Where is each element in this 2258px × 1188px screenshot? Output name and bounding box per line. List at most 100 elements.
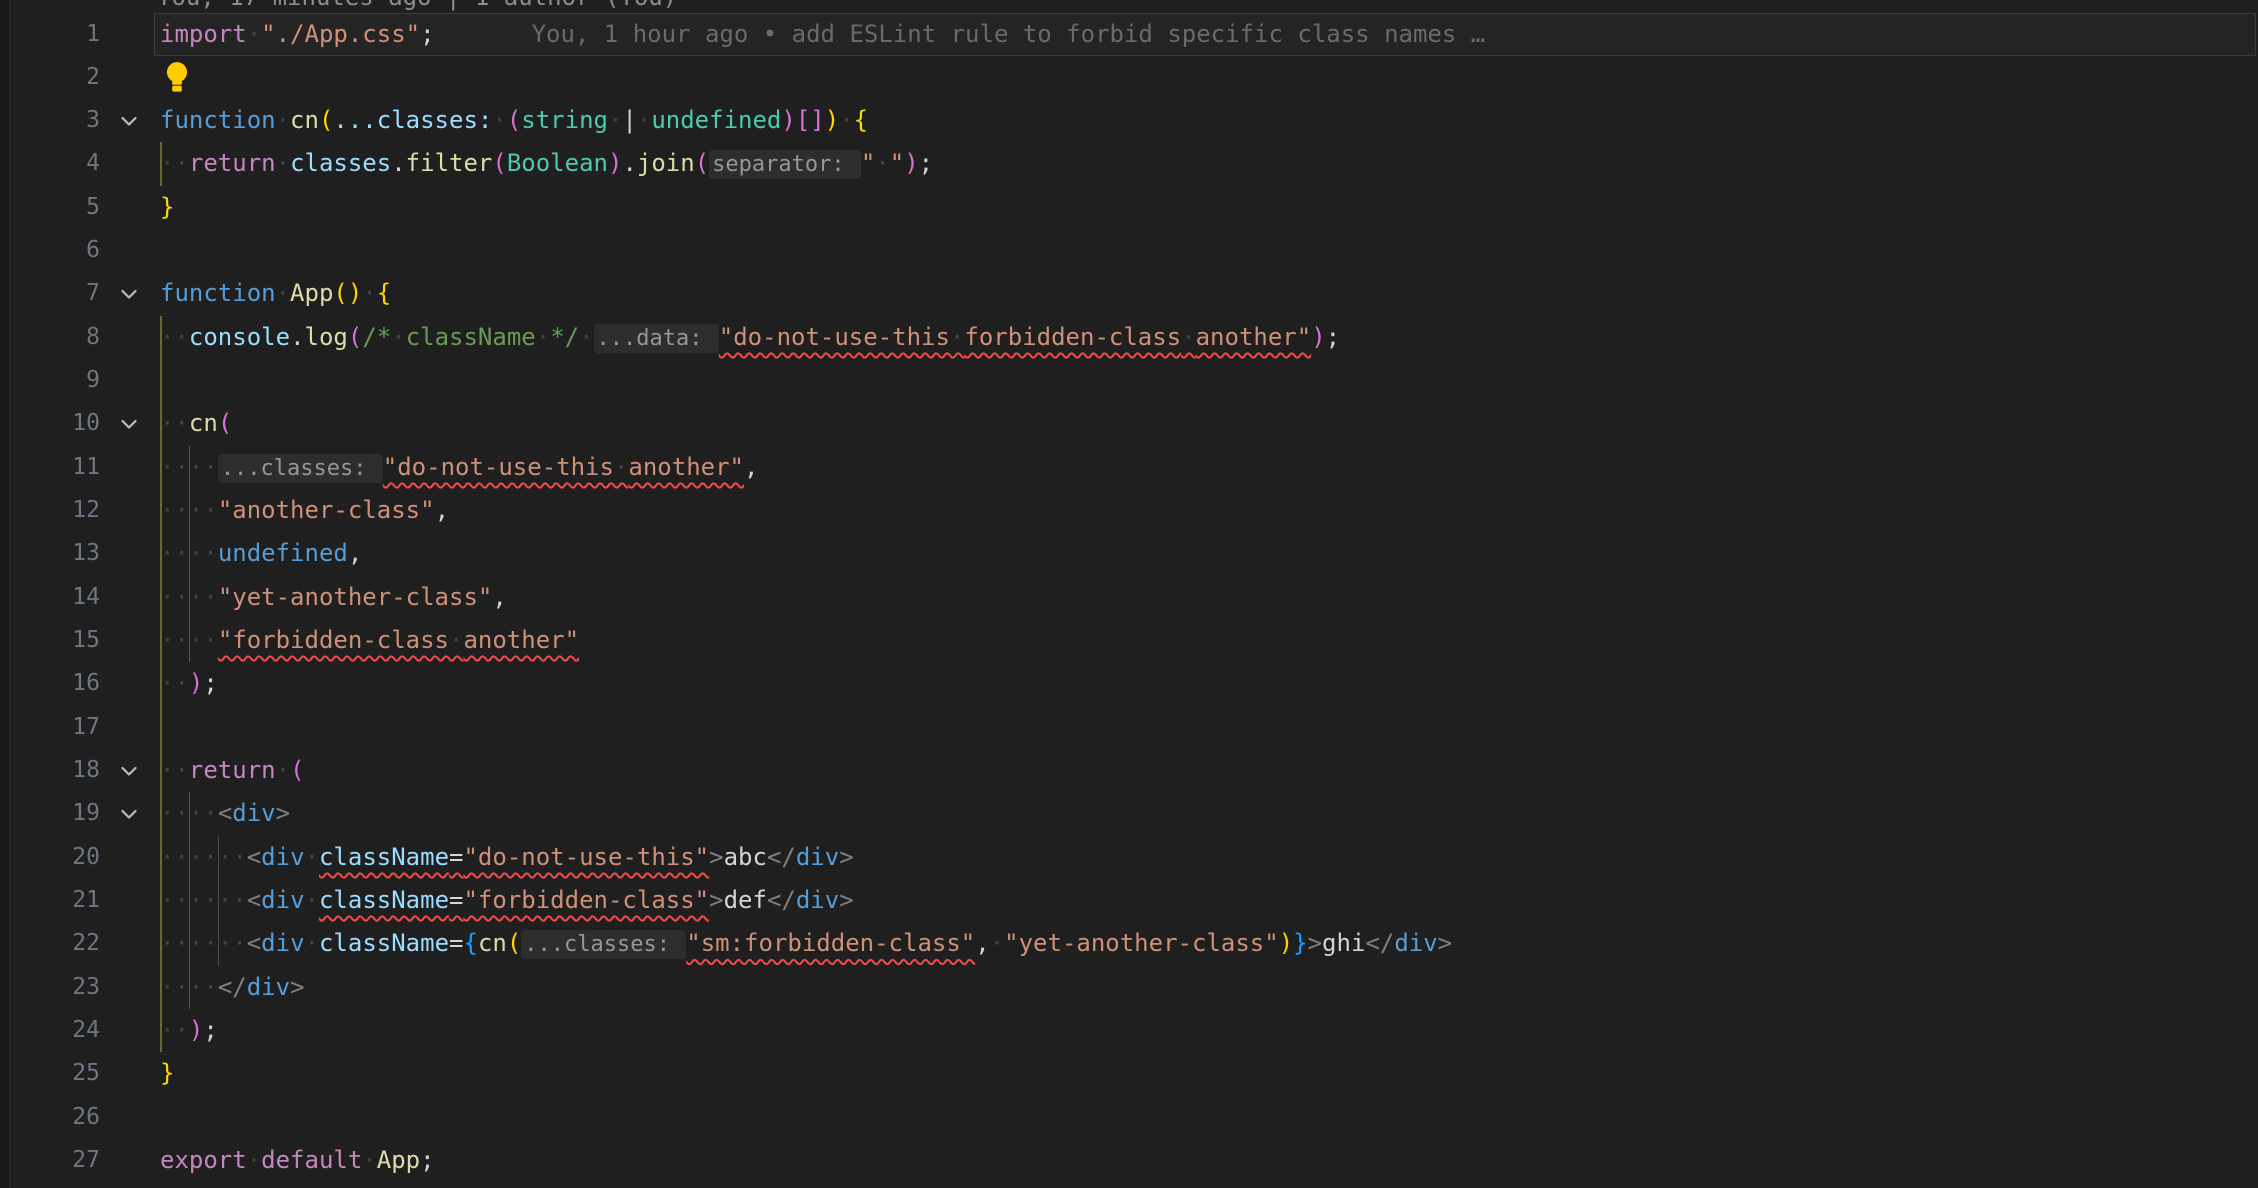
code-line-20[interactable]: 20······<div·className="do-not-use-this"… [0, 836, 2258, 879]
code-text[interactable]: ····"another-class", [160, 489, 449, 532]
code-line-12[interactable]: 12····"another-class", [0, 489, 2258, 532]
code-line-13[interactable]: 13····undefined, [0, 532, 2258, 575]
code-line-21[interactable]: 21······<div·className="forbidden-class"… [0, 879, 2258, 922]
code-text[interactable]: export·default·App; [160, 1139, 435, 1182]
code-token: "do-not-use-this·forbidden-class·another… [719, 323, 1311, 351]
code-text[interactable]: ····</div> [160, 966, 305, 1009]
whitespace-dot: · [1181, 323, 1195, 351]
whitespace-dot: · [174, 929, 188, 957]
code-token: ·( [276, 756, 305, 784]
lightbulb-icon[interactable] [165, 61, 189, 97]
whitespace-dot: · [160, 409, 174, 437]
whitespace-dot: · [614, 453, 628, 481]
chevron-down-icon[interactable] [112, 99, 146, 142]
code-line-10[interactable]: 10··cn( [0, 402, 2258, 445]
code-text[interactable]: ····<div> [160, 792, 290, 835]
whitespace-dot: · [174, 496, 188, 524]
code-token: ·default [247, 1146, 363, 1174]
code-token: ·|· [608, 106, 651, 134]
code-text[interactable]: ······<div·className="forbidden-class">d… [160, 879, 854, 922]
code-text[interactable]: ····"yet-another-class", [160, 576, 507, 619]
code-token: , [744, 453, 758, 481]
code-text[interactable]: ··console.log(/*·className·*/·...data: "… [160, 316, 1340, 360]
code-text[interactable]: ··return·( [160, 749, 305, 792]
code-token: "forbidden-class" [463, 886, 709, 914]
code-token: def [724, 886, 767, 914]
code-line-16[interactable]: 16··); [0, 662, 2258, 705]
code-line-15[interactable]: 15····"forbidden-class·another" [0, 619, 2258, 662]
code-line-19[interactable]: 19 ····<div> [0, 792, 2258, 835]
code-token: div [796, 843, 839, 871]
code-text[interactable]: } [160, 186, 174, 229]
code-line-22[interactable]: 22······<div·className={cn(...classes: "… [0, 922, 2258, 965]
whitespace-dot: · [160, 323, 174, 351]
code-line-2[interactable]: 2 [0, 56, 2258, 99]
code-line-23[interactable]: 23····</div> [0, 966, 2258, 1009]
line-number: 4 [0, 142, 100, 185]
whitespace-dot: · [160, 539, 174, 567]
code-line-11[interactable]: 11····...classes: "do-not-use-this·anoth… [0, 446, 2258, 489]
whitespace-dot: · [203, 626, 217, 654]
code-text[interactable]: import·"./App.css";You, 1 hour ago • add… [160, 13, 1485, 56]
code-token: /*·className·*/ [362, 323, 579, 351]
code-line-17[interactable]: 17 [0, 706, 2258, 749]
whitespace-dot: · [174, 1016, 188, 1044]
whitespace-dot: · [232, 843, 246, 871]
whitespace-dot: · [189, 973, 203, 1001]
code-text[interactable]: ··); [160, 1009, 218, 1052]
code-text[interactable]: } [160, 1052, 174, 1095]
code-token: ·( [492, 106, 521, 134]
code-text[interactable]: ··); [160, 662, 218, 705]
code-token: ·App [276, 279, 334, 307]
chevron-down-icon[interactable] [112, 272, 146, 315]
code-editor[interactable]: 1import·"./App.css";You, 1 hour ago • ad… [0, 0, 2258, 1188]
whitespace-dot: · [189, 539, 203, 567]
line-number: 22 [0, 922, 100, 965]
code-line-4[interactable]: 4 ··return·classes.filter(Boolean).join(s… [0, 142, 2258, 185]
code-text[interactable]: ······<div·className="do-not-use-this">a… [160, 836, 854, 879]
code-text[interactable]: function·App()·{ [160, 272, 391, 315]
code-text[interactable]: ····undefined, [160, 532, 362, 575]
chevron-down-icon[interactable] [112, 749, 146, 792]
code-text[interactable]: ····...classes: "do-not-use-this·another… [160, 446, 758, 490]
whitespace-dot: · [990, 929, 1004, 957]
code-line-9[interactable]: 9 [0, 359, 2258, 402]
line-number: 5 [0, 186, 100, 229]
code-line-27[interactable]: 27export·default·App; [0, 1139, 2258, 1182]
line-number: 19 [0, 792, 100, 835]
code-line-14[interactable]: 14····"yet-another-class", [0, 576, 2258, 619]
whitespace-dot: · [174, 669, 188, 697]
whitespace-dot: · [174, 409, 188, 437]
whitespace-dot: · [276, 279, 290, 307]
code-token: ; [420, 20, 434, 48]
code-token: "another-class" [218, 496, 435, 524]
code-line-6[interactable]: 6 [0, 229, 2258, 272]
code-line-3[interactable]: 3function·cn(...classes:·(string·|·undef… [0, 99, 2258, 142]
code-text[interactable]: function·cn(...classes:·(string·|·undefi… [160, 99, 868, 142]
code-token: ) [825, 106, 839, 134]
code-line-24[interactable]: 24··); [0, 1009, 2258, 1052]
code-line-25[interactable]: 25} [0, 1052, 2258, 1095]
whitespace-dot: · [189, 453, 203, 481]
whitespace-dot: · [203, 843, 217, 871]
code-line-5[interactable]: 5} [0, 186, 2258, 229]
code-token: "·" [861, 149, 904, 177]
chevron-down-icon[interactable] [112, 402, 146, 445]
code-text[interactable]: ····"forbidden-class·another" [160, 619, 579, 662]
code-token: } [160, 193, 174, 221]
code-line-1[interactable]: 1import·"./App.css";You, 1 hour ago • ad… [0, 13, 2258, 56]
code-token: "forbidden-class·another" [218, 626, 579, 654]
line-number: 26 [0, 1096, 100, 1139]
code-line-26[interactable]: 26 [0, 1096, 2258, 1139]
code-line-8[interactable]: 8··console.log(/*·className·*/·...data: … [0, 316, 2258, 359]
chevron-down-icon[interactable] [112, 792, 146, 835]
whitespace-dot: · [160, 843, 174, 871]
code-token: console [189, 323, 290, 351]
code-line-7[interactable]: 7function·App()·{ [0, 272, 2258, 315]
code-text[interactable]: ··cn( [160, 402, 232, 445]
code-text[interactable]: ··return·classes.filter(Boolean).join(se… [160, 142, 933, 186]
code-token: ( [492, 149, 506, 177]
code-text[interactable]: ······<div·className={cn(...classes: "sm… [160, 922, 1452, 966]
code-line-18[interactable]: 18··return·( [0, 749, 2258, 792]
code-token: return [189, 756, 276, 784]
